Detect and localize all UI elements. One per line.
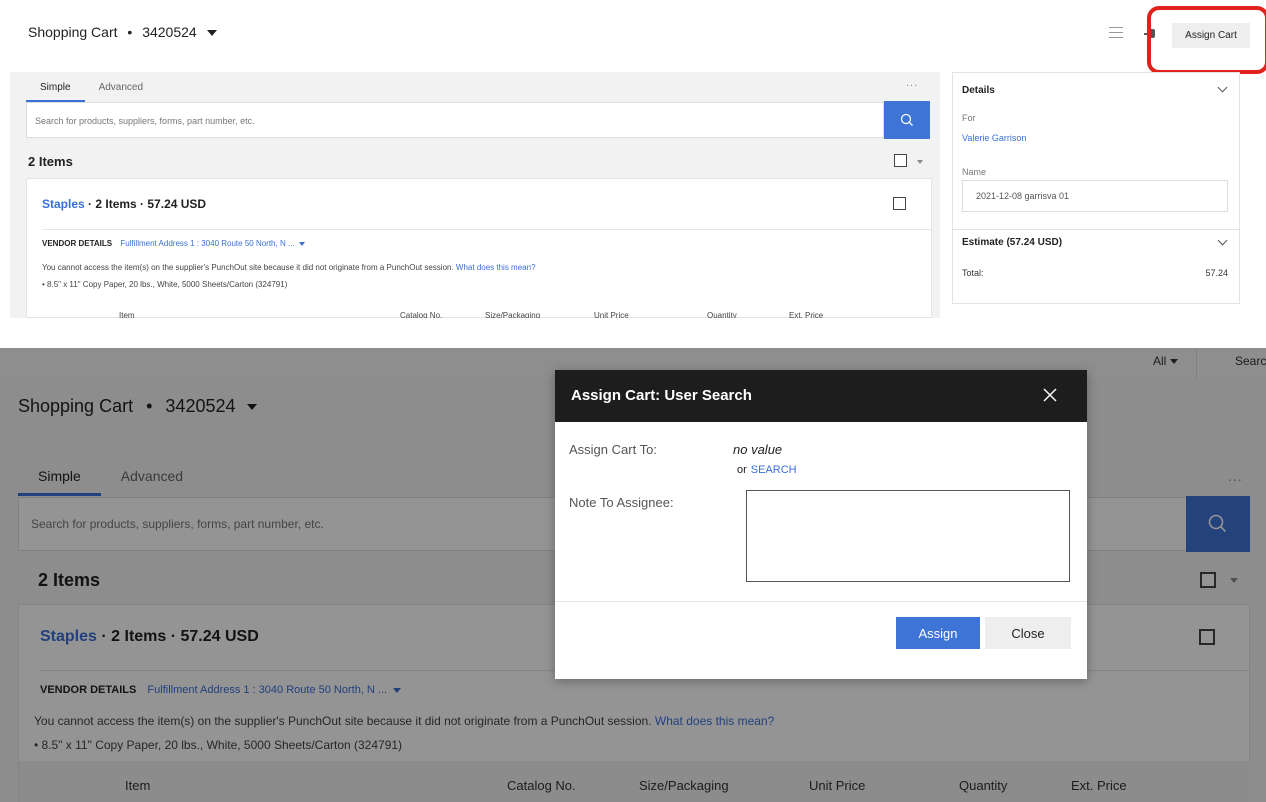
col-item: Item [119,311,135,318]
fulfillment-address: Fulfillment Address 1 : 3040 Route 50 No… [120,239,295,248]
col-quantity: Quantity [707,311,737,318]
col-size-packaging: Size/Packaging [485,311,541,318]
assign-cart-dialog: Assign Cart: User Search Assign Cart To:… [555,370,1087,679]
divider [555,601,1087,602]
cart-panel-before: Shopping Cart • 3420524 Assign Cart Simp… [0,0,1266,318]
col-ext-price: Ext. Price [789,311,824,318]
item-line: • 8.5" x 11" Copy Paper, 20 lbs., White,… [42,280,288,289]
note-to-assignee-field[interactable] [746,490,1070,582]
supplier-header: Staples · 2 Items · 57.24 USD [42,197,206,211]
supplier-summary: · 2 Items · 57.24 USD [88,197,207,211]
or-label: or [737,464,747,476]
page-title[interactable]: Shopping Cart • 3420524 [28,24,217,40]
caret-down-icon [298,241,305,246]
supplier-card: Staples · 2 Items · 57.24 USD VENDOR DET… [26,178,932,318]
punchout-message-text: You cannot access the item(s) on the sup… [42,263,454,272]
cart-id: 3420524 [142,24,197,40]
chevron-down-icon[interactable] [1217,82,1228,93]
note-label: Note To Assignee: [569,495,674,510]
search-button[interactable] [884,101,930,139]
cart-main-area: Simple Advanced ... Search for products,… [10,72,940,318]
hamburger-menu-icon[interactable] [1109,27,1123,39]
assignee-value: no value [733,442,783,457]
dialog-header: Assign Cart: User Search [555,370,1087,422]
total-label: Total: [962,268,984,278]
divider [953,229,1239,230]
chevron-down-icon[interactable] [1217,235,1228,246]
punchout-message: You cannot access the item(s) on the sup… [42,263,536,272]
close-button[interactable]: Close [985,617,1071,649]
vendor-link[interactable]: Staples [42,197,85,211]
col-unit-price: Unit Price [594,311,629,318]
search-icon [900,113,913,126]
search-input[interactable]: Search for products, suppliers, forms, p… [26,102,884,138]
for-label: For [962,113,976,123]
more-options-icon[interactable]: ... [906,77,918,89]
caret-down-icon[interactable] [206,30,217,37]
details-title: Details [962,85,995,96]
total-value: 57.24 [1205,268,1228,278]
col-catalog-no: Catalog No. [400,311,443,318]
for-user-link[interactable]: Valerie Garrison [962,133,1026,143]
vendor-details: VENDOR DETAILS Fulfillment Address 1 : 3… [42,239,305,248]
fulfillment-address-dropdown[interactable]: Fulfillment Address 1 : 3040 Route 50 No… [120,239,305,248]
or-search: or SEARCH [737,464,797,476]
divider [42,229,931,230]
search-tabs: Simple Advanced [26,80,157,102]
title-separator: • [127,24,133,40]
assign-to-label: Assign Cart To: [569,442,657,457]
cart-panel-modal: All Searcl Shopping Cart • 3420524 Simpl… [0,348,1266,802]
page-title-label: Shopping Cart [28,24,118,40]
vendor-details-label: VENDOR DETAILS [42,239,113,248]
supplier-checkbox[interactable] [893,197,906,210]
details-panel: Details For Valerie Garrison Name 2021-1… [952,72,1240,304]
tab-simple[interactable]: Simple [26,80,85,102]
name-label: Name [962,167,987,177]
tab-advanced[interactable]: Advanced [85,80,157,102]
search-link[interactable]: SEARCH [751,464,797,476]
select-caret-icon[interactable] [917,160,923,164]
highlight-annotation [1147,6,1266,74]
select-all-checkbox[interactable] [894,154,907,167]
close-icon[interactable] [1039,384,1061,406]
dialog-title: Assign Cart: User Search [571,387,752,404]
estimate-title: Estimate (57.24 USD) [962,237,1063,248]
what-does-this-mean-link[interactable]: What does this mean? [456,263,536,272]
assign-button[interactable]: Assign [896,617,980,649]
items-count: 2 Items [28,154,73,169]
cart-name-field[interactable]: 2021-12-08 garrisva 01 [962,180,1228,212]
